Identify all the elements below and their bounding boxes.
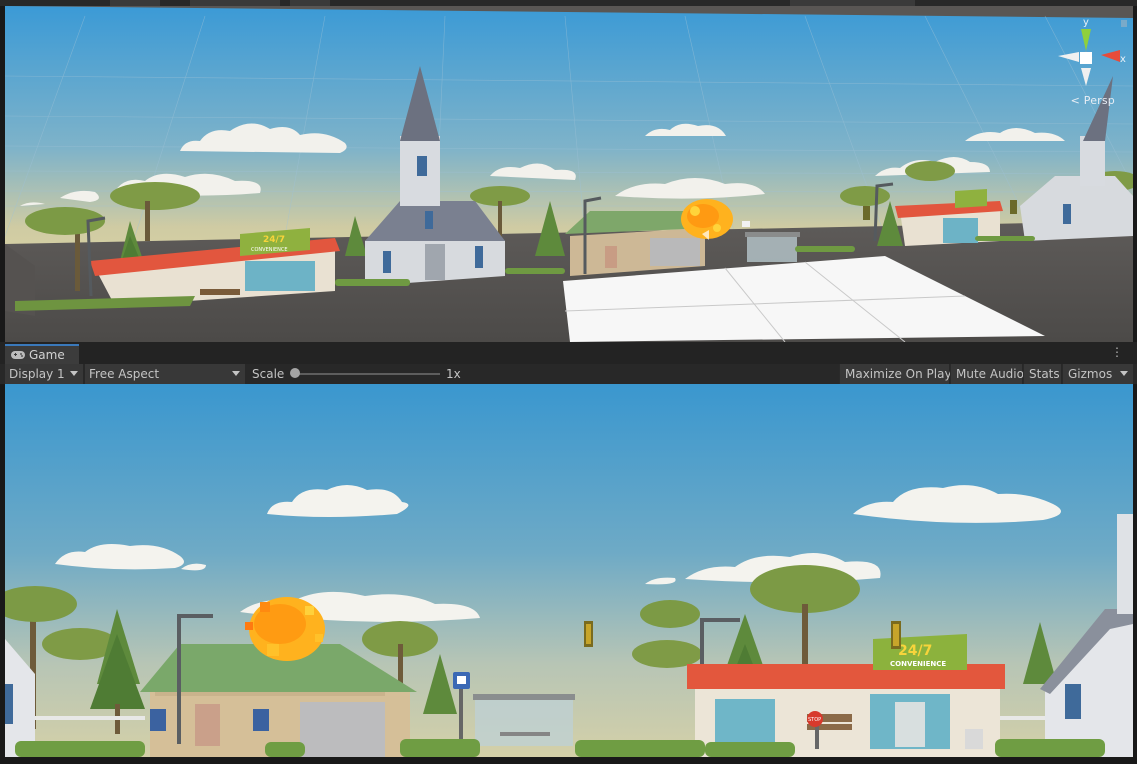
scene-sign-convenience: CONVENIENCE bbox=[251, 247, 288, 253]
game-sign-247: 24/7 bbox=[898, 643, 932, 659]
game-stop-text: STOP bbox=[808, 717, 821, 723]
display-dropdown[interactable]: Display 1 bbox=[5, 364, 83, 384]
scene-view[interactable]: 24/7 CONVENIENCE bbox=[5, 6, 1133, 342]
gizmo-neg-x-arrow[interactable] bbox=[1058, 52, 1079, 62]
mute-audio-button[interactable]: Mute Audio bbox=[950, 364, 1024, 384]
display-dropdown-label: Display 1 bbox=[9, 367, 65, 381]
lock-icon[interactable] bbox=[1121, 20, 1127, 27]
projection-label[interactable]: < Persp bbox=[1071, 94, 1115, 107]
aspect-dropdown[interactable]: Free Aspect bbox=[85, 364, 245, 384]
game-sign-convenience: CONVENIENCE bbox=[890, 660, 946, 668]
gizmo-center[interactable] bbox=[1080, 52, 1092, 64]
stats-button[interactable]: Stats bbox=[1023, 364, 1061, 384]
gizmo-x-arrow[interactable] bbox=[1101, 50, 1120, 62]
gizmo-y-label: y bbox=[1083, 17, 1089, 28]
chevron-down-icon bbox=[70, 371, 78, 376]
more-options-icon[interactable]: ⋮ bbox=[1111, 346, 1123, 358]
scale-slider-track[interactable] bbox=[295, 373, 440, 375]
scale-value: 1x bbox=[446, 367, 461, 381]
projection-text: Persp bbox=[1083, 94, 1115, 107]
aspect-dropdown-label: Free Aspect bbox=[89, 367, 160, 381]
chevron-down-icon bbox=[1120, 371, 1128, 376]
gamepad-icon bbox=[11, 351, 25, 359]
bottom-border bbox=[0, 757, 1137, 764]
gizmo-neg-y-arrow[interactable] bbox=[1081, 68, 1091, 86]
game-tab-bar: Game ⋮ bbox=[0, 342, 1137, 364]
scene-sign-247: 24/7 bbox=[263, 235, 285, 245]
scale-slider-thumb[interactable] bbox=[290, 368, 300, 378]
gizmo-y-arrow[interactable] bbox=[1081, 29, 1091, 51]
game-toolbar: Display 1 Free Aspect Scale 1x Maximize … bbox=[0, 364, 1137, 385]
gizmos-dropdown[interactable]: Gizmos bbox=[1062, 364, 1133, 384]
gizmo-x-label: x bbox=[1120, 54, 1126, 65]
scale-label: Scale bbox=[252, 367, 285, 381]
gizmos-label: Gizmos bbox=[1068, 367, 1113, 381]
tab-game-label: Game bbox=[29, 348, 65, 362]
maximize-on-play-button[interactable]: Maximize On Play bbox=[839, 364, 952, 384]
game-view[interactable]: 24/7 CONVENIENCE STOP bbox=[5, 384, 1133, 757]
chevron-left-icon: < bbox=[1070, 94, 1081, 107]
game-viewport[interactable]: 24/7 CONVENIENCE STOP bbox=[5, 384, 1133, 757]
scene-viewport[interactable]: 24/7 CONVENIENCE bbox=[5, 6, 1133, 342]
chevron-down-icon bbox=[232, 371, 240, 376]
garage-door bbox=[300, 702, 385, 757]
tab-game[interactable]: Game bbox=[5, 344, 79, 364]
